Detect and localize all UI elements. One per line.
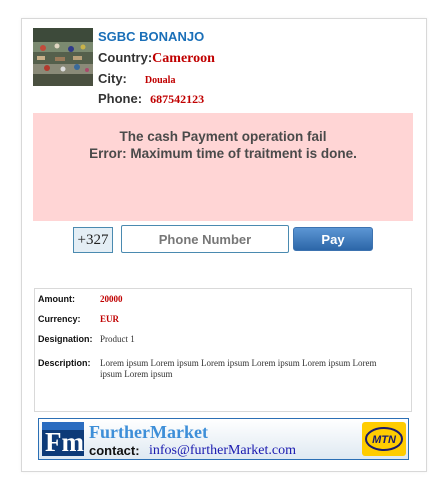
- city-value: Douala: [144, 75, 176, 86]
- furthermarket-logo-icon: Fm: [42, 422, 84, 456]
- country-value: Cameroon: [152, 51, 215, 66]
- footer-banner: Fm FurtherMarket contact: infos@furtherM…: [38, 418, 409, 460]
- pay-button[interactable]: Pay: [293, 227, 373, 251]
- order-details: Amount: 20000 Currency: EUR Designation:…: [34, 288, 412, 412]
- mtn-logo-icon: MTN: [362, 422, 406, 456]
- merchant-photo: [33, 28, 93, 86]
- merchant-phone-row: Phone: 687542123: [98, 91, 204, 107]
- error-detail: Error: Maximum time of traitment is done…: [89, 146, 357, 161]
- description-label: Description:: [38, 358, 91, 368]
- city-label: City:: [98, 71, 127, 86]
- error-title: The cash Payment operation fail: [119, 129, 327, 144]
- merchant-city-row: City: Douala: [98, 71, 175, 86]
- designation-value: Product 1: [100, 334, 135, 344]
- description-value: Lorem ipsum Lorem ipsum Lorem ipsum Lore…: [100, 358, 377, 379]
- brand-name: FurtherMarket: [89, 422, 208, 442]
- mtn-logo-text: MTN: [372, 434, 397, 446]
- contact-email-link[interactable]: infos@furtherMarket.com: [149, 443, 296, 459]
- phone-value: 687542123: [150, 92, 205, 106]
- country-code-prefix[interactable]: +327: [73, 227, 113, 253]
- merchant-name: SGBC BONANJO: [98, 29, 205, 44]
- fm-logo-text: Fm: [45, 427, 84, 456]
- amount-value: 20000: [100, 294, 123, 304]
- payment-card: SGBC BONANJO Country:Cameroon City: Doual…: [21, 18, 427, 472]
- country-label: Country:: [98, 50, 153, 65]
- contact-label: contact:: [89, 443, 140, 458]
- merchant-country-row: Country:Cameroon: [98, 50, 215, 67]
- currency-value: EUR: [100, 314, 120, 324]
- amount-label: Amount:: [38, 294, 75, 304]
- currency-label: Currency:: [38, 314, 81, 324]
- designation-label: Designation:: [38, 334, 93, 344]
- error-message-box: The cash Payment operation fail Error: M…: [33, 113, 413, 221]
- phone-label: Phone:: [98, 91, 143, 106]
- phone-number-input[interactable]: [121, 225, 289, 253]
